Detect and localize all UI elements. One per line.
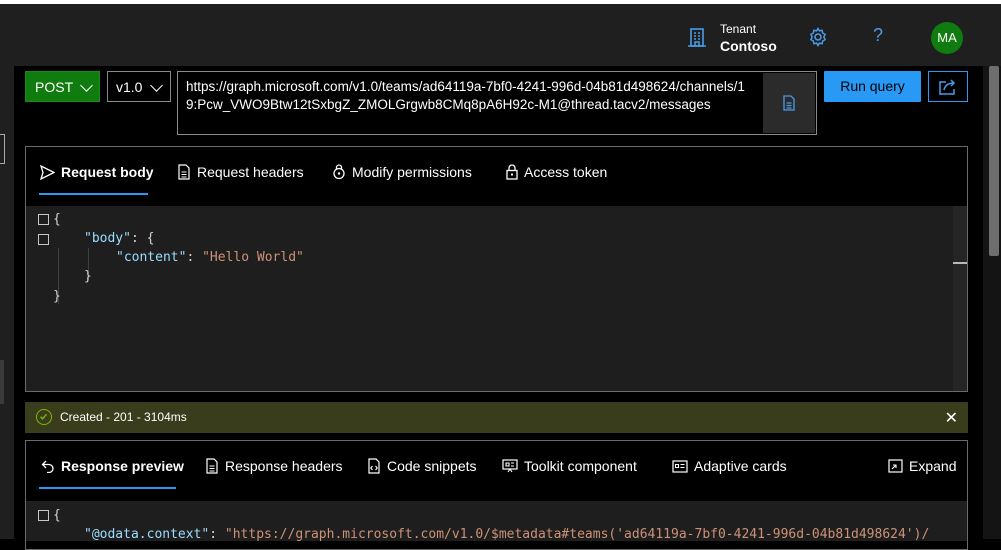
tab-request-headers-label: Request headers [197, 164, 304, 180]
page-scrollbar-thumb[interactable] [989, 66, 999, 256]
request-body-editor[interactable]: { "body": { "content": "Hello World" } } [26, 206, 967, 391]
lock-shield-icon [333, 164, 345, 180]
code-line: { [53, 508, 61, 523]
gear-icon[interactable] [808, 27, 828, 47]
return-arrow-icon [41, 460, 54, 473]
run-query-button[interactable]: Run query [824, 71, 921, 102]
document-icon [178, 164, 190, 180]
tab-adaptive-cards-label: Adaptive cards [694, 458, 787, 474]
code-line: "content": "Hello World" [116, 250, 304, 265]
share-button[interactable] [928, 71, 968, 102]
code-line: } [53, 289, 61, 304]
tenant-name[interactable]: Contoso [720, 38, 777, 54]
chevron-down-icon [150, 79, 163, 92]
document-icon [206, 458, 218, 474]
tab-response-headers[interactable]: Response headers [205, 458, 343, 474]
expand-label: Expand [909, 458, 957, 474]
response-body-viewer[interactable]: { "@odata.context": "https://graph.micro… [26, 501, 967, 541]
chevron-down-icon [80, 79, 93, 92]
expand-button[interactable]: Expand [888, 458, 956, 474]
tab-access-token[interactable]: Access token [506, 164, 607, 180]
question-icon[interactable]: ? [869, 25, 887, 46]
tab-code-snippets[interactable]: Code snippets [367, 458, 477, 474]
header-bar [0, 4, 1001, 66]
card-icon [672, 459, 688, 473]
tab-adaptive-cards[interactable]: Adaptive cards [672, 458, 787, 474]
fold-toggle[interactable] [38, 234, 49, 245]
json-key: "content" [116, 250, 187, 265]
status-text: Created - 201 - 3104ms [60, 410, 187, 424]
fold-toggle[interactable] [38, 214, 49, 225]
send-icon [40, 164, 55, 180]
active-tab-indicator [39, 193, 148, 195]
lock-icon [506, 164, 518, 180]
http-method-dropdown[interactable]: POST [25, 71, 100, 102]
version-value: v1.0 [116, 79, 143, 95]
active-tab-indicator [39, 487, 176, 489]
url-input[interactable]: https://graph.microsoft.com/v1.0/teams/a… [177, 71, 817, 135]
tab-request-body[interactable]: Request body [40, 164, 154, 180]
editor-scrollbar[interactable] [953, 206, 967, 391]
left-sidebar-input-edge[interactable] [0, 134, 5, 164]
code-document-icon [368, 458, 380, 474]
tenant-label: Tenant [720, 22, 757, 36]
toolkit-icon [502, 459, 518, 473]
code-line: } [84, 269, 92, 284]
fold-toggle[interactable] [38, 510, 49, 521]
expand-icon [888, 459, 903, 473]
close-icon[interactable]: ✕ [945, 408, 958, 428]
http-method-value: POST [35, 79, 74, 95]
tab-access-token-label: Access token [524, 164, 608, 180]
code-line: "body": { [84, 231, 155, 246]
avatar[interactable]: MA [931, 22, 963, 54]
url-docs-button[interactable] [763, 73, 815, 133]
tab-request-body-label: Request body [61, 164, 154, 180]
json-key: "body" [84, 231, 131, 246]
share-icon [939, 79, 956, 95]
url-text[interactable]: https://graph.microsoft.com/v1.0/teams/a… [186, 78, 756, 114]
tab-toolkit-component[interactable]: Toolkit component [502, 458, 637, 474]
left-sidebar-selected-edge [0, 360, 4, 404]
building-icon [688, 28, 706, 47]
document-icon [783, 95, 795, 111]
tab-response-preview-label: Response preview [61, 458, 184, 474]
tab-response-headers-label: Response headers [225, 458, 343, 474]
version-dropdown[interactable]: v1.0 [107, 71, 171, 102]
editor-cursor-marker [953, 262, 967, 264]
tab-modify-permissions[interactable]: Modify permissions [332, 164, 472, 180]
checkmark-circle-icon [36, 409, 52, 425]
tab-request-headers[interactable]: Request headers [177, 164, 304, 180]
tab-toolkit-component-label: Toolkit component [524, 458, 637, 474]
code-line: { [53, 212, 61, 227]
json-string: "Hello World" [202, 250, 304, 265]
tab-modify-permissions-label: Modify permissions [352, 164, 472, 180]
status-banner: Created - 201 - 3104ms ✕ [25, 402, 968, 433]
tab-code-snippets-label: Code snippets [387, 458, 477, 474]
tab-response-preview[interactable]: Response preview [41, 458, 184, 474]
